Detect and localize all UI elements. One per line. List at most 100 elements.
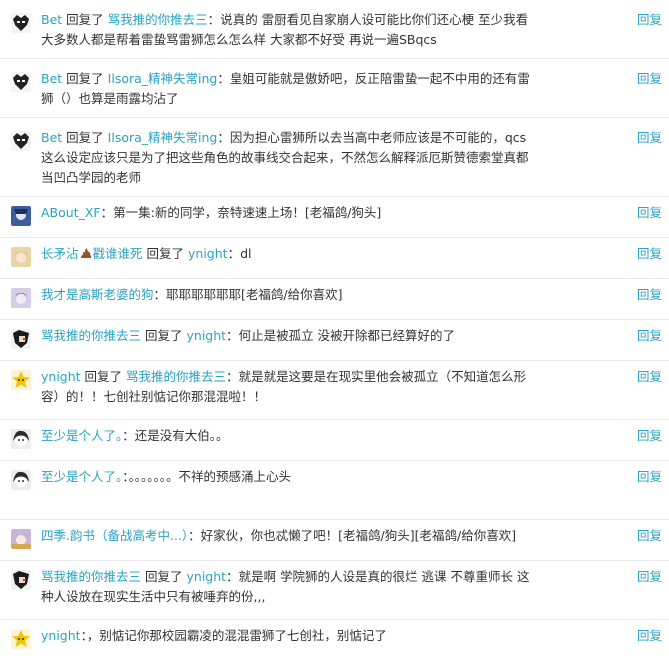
- comment-text: Bet 回复了 Ilsora_精神失常ing：皇姐可能就是傲娇吧，反正陪雷蛰一起…: [41, 69, 537, 109]
- reply-target-username[interactable]: Ilsora_精神失常ing: [108, 71, 218, 86]
- separator: ：: [227, 246, 241, 261]
- separator: ：: [207, 12, 221, 27]
- replied-label: 回复了: [66, 12, 104, 27]
- comment-text: Bet 回复了 骂我推的你推去三：说真的 雷厨看见自家崩人设可能比你们还心梗 至…: [41, 10, 537, 50]
- separator: ：: [122, 428, 135, 443]
- comment-username[interactable]: 长矛沾: [41, 246, 79, 261]
- comment-item: 骂我推的你推去三 回复了 ynight：何止是被孤立 没被开除都已经算好的了 回…: [0, 320, 669, 361]
- comment-content: dl: [240, 246, 252, 261]
- avatar[interactable]: [11, 570, 31, 590]
- reply-button[interactable]: 回复: [637, 467, 662, 487]
- avatar[interactable]: [11, 329, 31, 349]
- avatar[interactable]: [11, 429, 31, 449]
- replied-label: 回复了: [84, 369, 123, 384]
- comment-item: Bet 回复了 Ilsora_精神失常ing：皇姐可能就是傲娇吧，反正陪雷蛰一起…: [0, 59, 669, 118]
- replied-label: 回复了: [145, 328, 183, 343]
- reply-button[interactable]: 回复: [637, 567, 662, 587]
- separator: ：: [153, 287, 167, 302]
- comment-username[interactable]: Bet: [41, 71, 62, 86]
- reply-target-username[interactable]: ynight: [187, 569, 227, 584]
- comment-content: 何止是被孤立 没被开除都已经算好的了: [238, 328, 456, 343]
- bw-girl-avatar-image: [11, 429, 31, 449]
- reply-button[interactable]: 回复: [637, 285, 662, 305]
- avatar[interactable]: [11, 470, 31, 490]
- reply-button[interactable]: 回复: [637, 326, 662, 346]
- comment-item: ABout_XF：第一集:新的同学，奈特速速上场！[老福鸽/狗头] 回复: [0, 197, 669, 238]
- comment-item: 至少是个人了。：。。。。。。。不祥的预感涌上心头 回复: [0, 461, 669, 520]
- bw-face-avatar-image: [11, 131, 31, 151]
- purple-anime-avatar-image: [11, 288, 31, 308]
- reply-button[interactable]: 回复: [637, 244, 662, 264]
- comment-username[interactable]: 四季.韵书（备战高考中...）: [41, 528, 188, 543]
- colorful-anime-avatar-image: [11, 529, 31, 549]
- separator: ：: [226, 569, 239, 584]
- comment-username[interactable]: 骂我推的你推去三: [41, 328, 141, 343]
- bw-face-avatar-image: [11, 13, 31, 33]
- comment-username[interactable]: Bet: [41, 130, 62, 145]
- reply-target-username[interactable]: 骂我推的你推去三: [126, 369, 226, 384]
- avatar[interactable]: [11, 288, 31, 308]
- reply-button[interactable]: 回复: [637, 69, 662, 89]
- yellow-star-avatar-image: [11, 370, 31, 390]
- comment-text: 我才是高斯老婆的狗：耶耶耶耶耶耶[老福鸽/给你喜欢]: [41, 285, 537, 305]
- comment-item: 长矛沾 戳谁谁死 回复了 ynight：dl 回复: [0, 238, 669, 279]
- comment-content: 耶耶耶耶耶耶[老福鸽/给你喜欢]: [166, 287, 343, 302]
- comment-username-suffix[interactable]: 戳谁谁死: [93, 246, 143, 261]
- comment-text: 四季.韵书（备战高考中...）：好家伙，你也忒懒了吧！[老福鸽/狗头][老福鸽/…: [41, 526, 537, 546]
- dark-anime-avatar-image: [11, 570, 31, 590]
- comment-username[interactable]: ynight: [41, 628, 81, 643]
- avatar[interactable]: [11, 529, 31, 549]
- replied-label: 回复了: [66, 130, 104, 145]
- comment-text: 至少是个人了。：还是没有大伯。。: [41, 426, 537, 446]
- reply-button[interactable]: 回复: [637, 626, 662, 646]
- comment-username[interactable]: 骂我推的你推去三: [41, 569, 141, 584]
- avatar[interactable]: [11, 247, 31, 267]
- comment-username[interactable]: 至少是个人了。: [41, 469, 122, 484]
- avatar[interactable]: [11, 370, 31, 390]
- comment-content: 。。。。。。。不祥的预感涌上心头: [128, 469, 292, 484]
- avatar[interactable]: [11, 206, 31, 226]
- avatar[interactable]: [11, 131, 31, 151]
- separator: ：: [100, 205, 114, 220]
- comment-content: 还是没有大伯。。: [134, 428, 229, 443]
- separator: ：: [226, 369, 239, 384]
- reply-target-username[interactable]: ynight: [187, 328, 227, 343]
- comment-content: 好家伙，你也忒懒了吧！[老福鸽/狗头][老福鸽/给你喜欢]: [200, 528, 517, 543]
- comment-username[interactable]: 我才是高斯老婆的狗: [41, 287, 154, 302]
- comment-list: Bet 回复了 骂我推的你推去三：说真的 雷厨看见自家崩人设可能比你们还心梗 至…: [0, 0, 669, 658]
- comment-item: Bet 回复了 骂我推的你推去三：说真的 雷厨看见自家崩人设可能比你们还心梗 至…: [0, 0, 669, 59]
- replied-label: 回复了: [146, 246, 185, 261]
- comment-item: 骂我推的你推去三 回复了 ynight：就是啊 学院狮的人设是真的很烂 逃课 不…: [0, 561, 669, 620]
- reply-button[interactable]: 回复: [637, 526, 662, 546]
- comment-text: Bet 回复了 Ilsora_精神失常ing：因为担心雷狮所以去当高中老师应该是…: [41, 128, 537, 188]
- reply-target-username[interactable]: 骂我推的你推去三: [108, 12, 208, 27]
- avatar[interactable]: [11, 72, 31, 92]
- comment-username[interactable]: Bet: [41, 12, 62, 27]
- separator: ：: [188, 528, 201, 543]
- reply-target-username[interactable]: Ilsora_精神失常ing: [108, 130, 218, 145]
- comment-item: 我才是高斯老婆的狗：耶耶耶耶耶耶[老福鸽/给你喜欢] 回复: [0, 279, 669, 320]
- replied-label: 回复了: [66, 71, 104, 86]
- reply-target-username[interactable]: ynight: [188, 246, 228, 261]
- comment-item: ynight：，别惦记你那校园霸凌的混混雷狮了七创社，别惦记了 回复: [0, 620, 669, 658]
- reply-button[interactable]: 回复: [637, 128, 662, 148]
- comment-item: 四季.韵书（备战高考中...）：好家伙，你也忒懒了吧！[老福鸽/狗头][老福鸽/…: [0, 520, 669, 561]
- dark-anime-avatar-image: [11, 329, 31, 349]
- yellow-star-avatar-image: [11, 629, 31, 649]
- blonde-anime-avatar-image: [11, 247, 31, 267]
- comment-username[interactable]: ynight: [41, 369, 81, 384]
- comment-text: ynight：，别惦记你那校园霸凌的混混雷狮了七创社，别惦记了: [41, 626, 537, 646]
- separator: ：: [217, 71, 230, 86]
- reply-button[interactable]: 回复: [637, 203, 662, 223]
- reply-button[interactable]: 回复: [637, 10, 662, 30]
- reply-button[interactable]: 回复: [637, 367, 662, 387]
- comment-text: 长矛沾 戳谁谁死 回复了 ynight：dl: [41, 244, 537, 264]
- comment-content: 第一集:新的同学，奈特速速上场！[老福鸽/狗头]: [113, 205, 382, 220]
- avatar[interactable]: [11, 13, 31, 33]
- comment-username[interactable]: 至少是个人了。: [41, 428, 122, 443]
- comment-item: Bet 回复了 Ilsora_精神失常ing：因为担心雷狮所以去当高中老师应该是…: [0, 118, 669, 197]
- reply-button[interactable]: 回复: [637, 426, 662, 446]
- avatar[interactable]: [11, 629, 31, 649]
- comment-text: 至少是个人了。：。。。。。。。不祥的预感涌上心头: [41, 467, 537, 487]
- comment-username[interactable]: ABout_XF: [41, 205, 101, 220]
